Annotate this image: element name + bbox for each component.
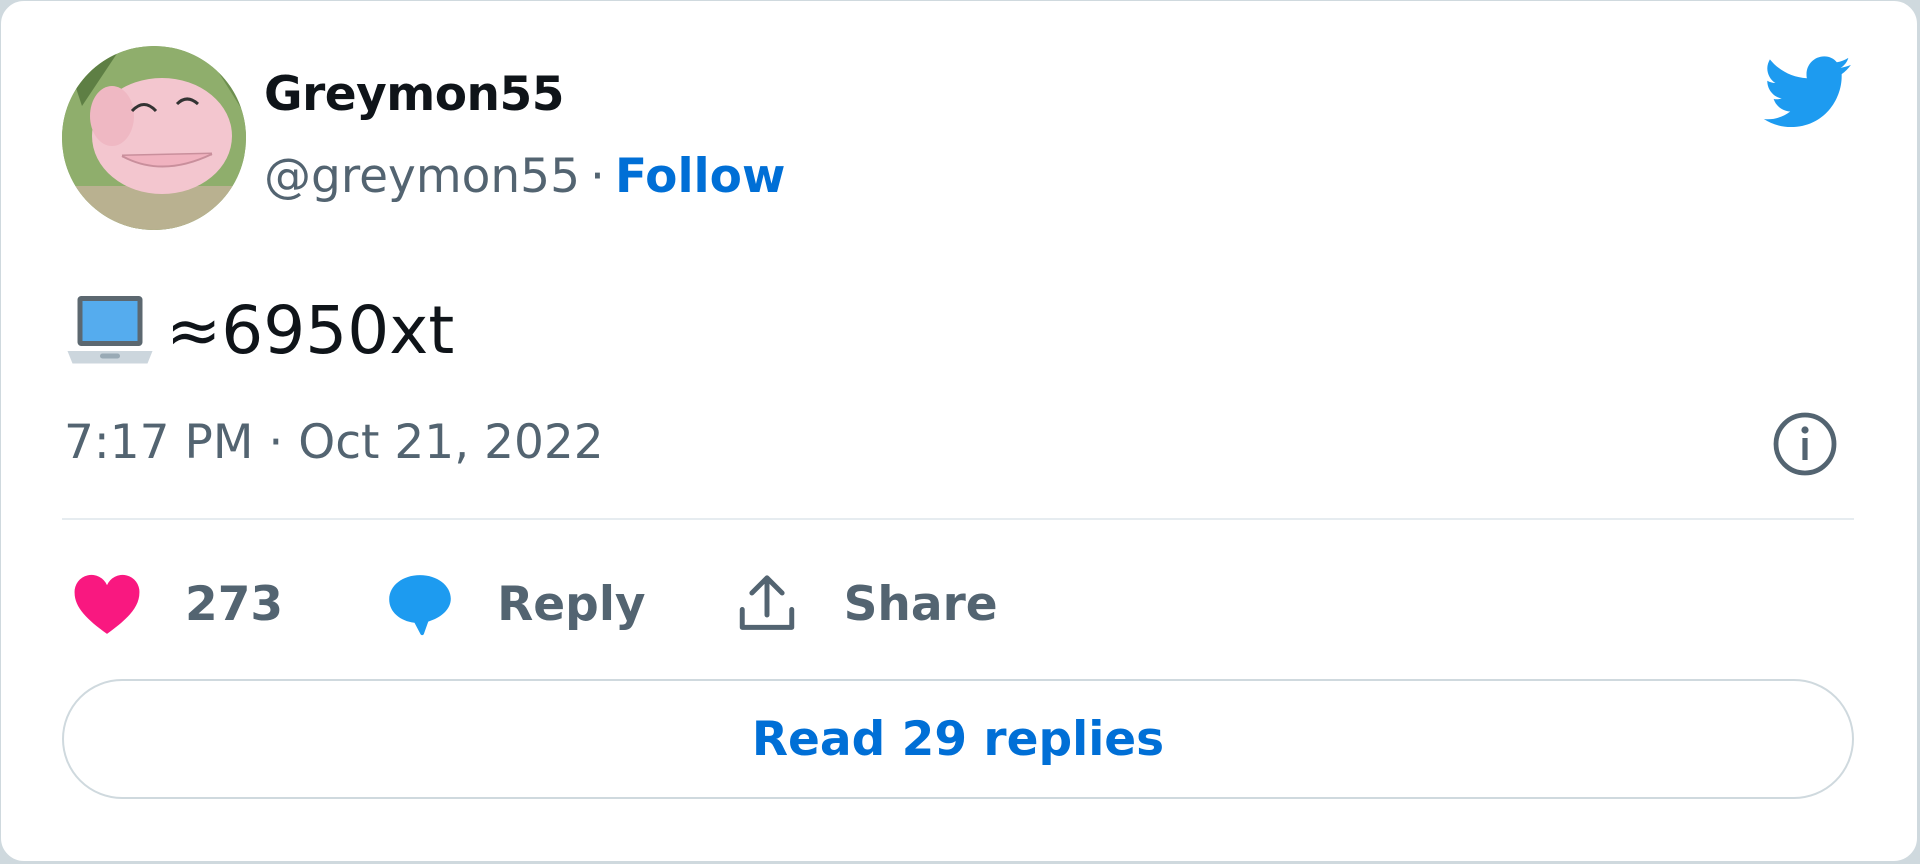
speech-bubble-icon [389, 575, 451, 636]
author-display-name[interactable]: Greymon55 [264, 71, 564, 118]
tweet-timestamp[interactable]: 7:17 PM · Oct 21, 2022 [64, 419, 604, 466]
read-replies-label: Read 29 replies [751, 711, 1165, 767]
divider [62, 518, 1854, 520]
like-button[interactable]: 273 [73, 573, 387, 635]
reply-button[interactable]: Reply [387, 572, 733, 636]
read-replies-button[interactable]: Read 29 replies [62, 679, 1854, 799]
tweet-text: ≈6950xt [64, 291, 454, 371]
share-icon [739, 575, 794, 630]
like-count: 273 [185, 576, 284, 632]
heart-icon [74, 574, 140, 634]
laptop-emoji-icon [67, 296, 153, 364]
reply-label: Reply [497, 576, 646, 632]
tweet-body: ≈6950xt [166, 292, 455, 369]
twitter-bird-icon[interactable] [1763, 56, 1853, 130]
avatar[interactable] [62, 46, 246, 230]
follow-link[interactable]: Follow [615, 149, 785, 204]
author-handle[interactable]: @greymon55 [264, 149, 580, 204]
action-bar: 273 Reply Share [73, 569, 998, 639]
handle-separator: · [590, 149, 605, 204]
tweet-card: Greymon55 @greymon55 · Follow ≈6950xt 7:17… [0, 0, 1918, 862]
share-label: Share [843, 576, 998, 632]
share-button[interactable]: Share [734, 570, 998, 638]
author-handle-row: @greymon55 · Follow [264, 153, 785, 200]
info-icon[interactable] [1771, 410, 1839, 478]
